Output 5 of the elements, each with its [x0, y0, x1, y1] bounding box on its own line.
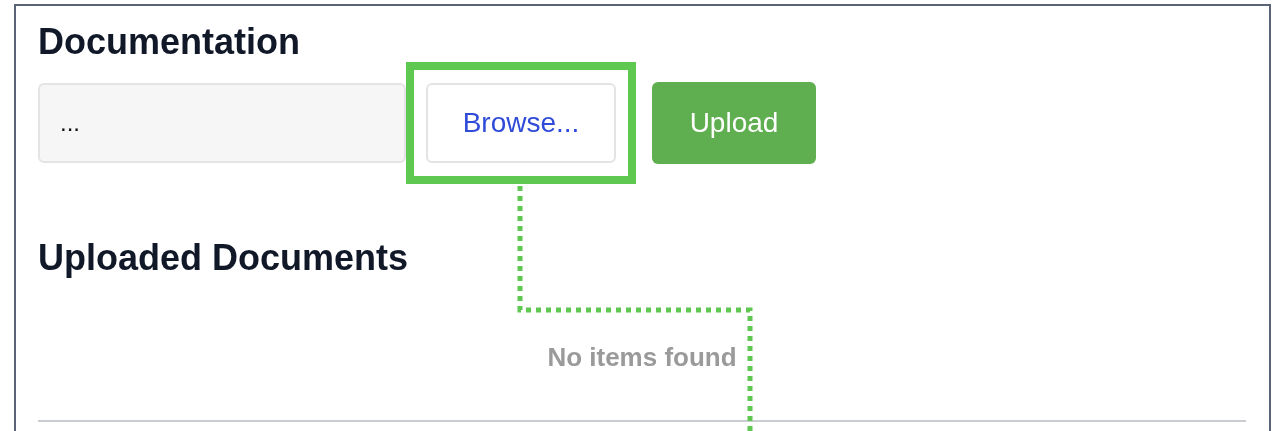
browse-button[interactable]: Browse...	[426, 83, 616, 163]
section-title: Uploaded Documents	[38, 238, 410, 278]
empty-message: No items found	[546, 342, 738, 372]
section-title: Documentation	[38, 22, 301, 62]
file-field[interactable]: ...	[38, 83, 406, 163]
